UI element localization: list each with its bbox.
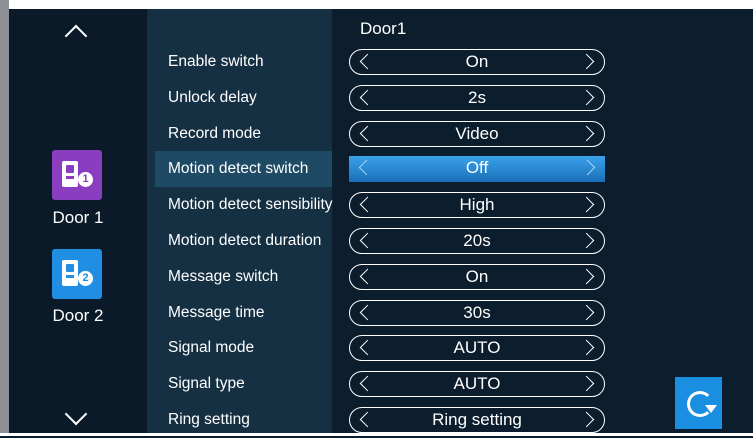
setting-value-selector[interactable]: On xyxy=(349,49,605,75)
door-2-badge: 2 xyxy=(78,271,93,286)
setting-value-selector[interactable]: Video xyxy=(349,121,605,147)
setting-row-label[interactable]: Message time xyxy=(168,295,264,331)
door-2-label: Door 2 xyxy=(52,306,104,325)
setting-row-label[interactable]: Record mode xyxy=(168,116,261,152)
setting-value: Video xyxy=(455,124,499,143)
setting-value-selector[interactable]: Off xyxy=(349,156,605,182)
setting-value: High xyxy=(459,195,495,214)
setting-value-selector[interactable]: High xyxy=(349,192,605,218)
frame-left xyxy=(0,0,9,436)
setting-value: 2s xyxy=(468,88,486,107)
setting-row-label[interactable]: Motion detect sensibility xyxy=(168,187,333,223)
setting-value-selector[interactable]: 2s xyxy=(349,85,605,111)
setting-row-label[interactable]: Motion detect switch xyxy=(168,151,308,187)
setting-value: 20s xyxy=(463,231,491,250)
setting-value-selector[interactable]: AUTO xyxy=(349,371,605,397)
setting-value-selector[interactable]: On xyxy=(349,264,605,290)
door-phone-icon xyxy=(62,260,78,286)
door-2-button[interactable]: 2 xyxy=(52,249,102,299)
page-title: Door1 xyxy=(360,19,407,38)
setting-value-selector[interactable]: AUTO xyxy=(349,335,605,361)
refresh-arrow-icon xyxy=(705,405,717,413)
door-1-button[interactable]: 1 xyxy=(52,150,102,200)
setting-row-label[interactable]: Message switch xyxy=(168,259,278,295)
door-1-label: Door 1 xyxy=(52,208,104,227)
refresh-icon xyxy=(687,391,713,417)
setting-value-selector[interactable]: 20s xyxy=(349,228,605,254)
frame-top xyxy=(0,0,753,9)
setting-value: Off xyxy=(465,158,489,177)
setting-row-label[interactable]: Unlock delay xyxy=(168,80,257,116)
setting-row-label[interactable]: Signal mode xyxy=(168,330,254,366)
setting-value-selector[interactable]: Ring setting xyxy=(349,407,605,433)
setting-row-label[interactable]: Motion detect duration xyxy=(168,223,321,259)
setting-value: AUTO xyxy=(453,338,501,357)
setting-row-label[interactable]: Signal type xyxy=(168,366,245,402)
door-phone-icon xyxy=(62,161,78,187)
refresh-button[interactable] xyxy=(675,377,722,429)
setting-value: On xyxy=(465,52,489,71)
setting-value: On xyxy=(465,267,489,286)
setting-value: Ring setting xyxy=(432,410,522,429)
setting-value: AUTO xyxy=(453,374,501,393)
door-1-badge: 1 xyxy=(78,172,93,187)
setting-row-label[interactable]: Enable switch xyxy=(168,44,264,80)
setting-value: 30s xyxy=(463,303,491,322)
setting-value-selector[interactable]: 30s xyxy=(349,300,605,326)
